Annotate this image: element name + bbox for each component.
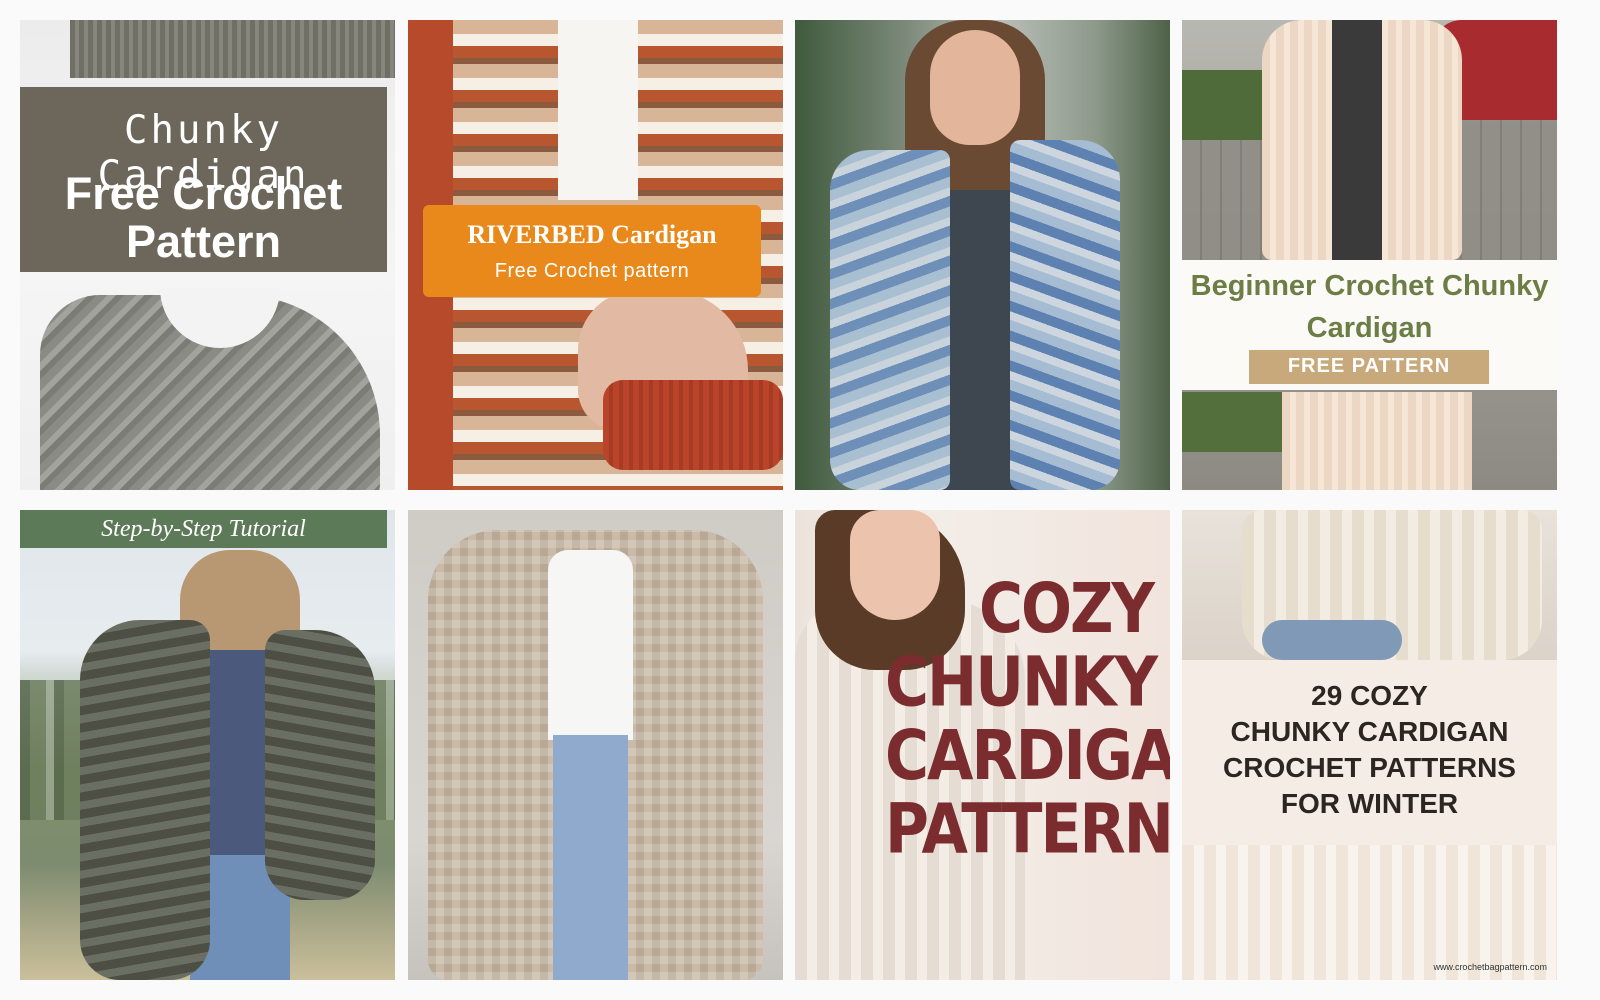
cuff-image [603, 380, 783, 470]
pin-chunky-cardigan[interactable]: Chunky Cardigan Free Crochet Pattern [20, 20, 395, 490]
pin-beginner-chunky[interactable]: Beginner Crochet Chunky Cardigan FREE PA… [1182, 20, 1557, 490]
pin-title: Beginner Crochet Chunky Cardigan [1190, 270, 1549, 344]
model-face [930, 30, 1020, 145]
pin-29-cozy[interactable]: 29 COZY CHUNKY CARDIGAN CROCHET PATTERNS… [1182, 510, 1557, 980]
pin-riverbed-cardigan[interactable]: RIVERBED Cardigan Free Crochet pattern [408, 20, 783, 490]
cardigan-right-image [265, 630, 375, 900]
pin-beige-cardigan[interactable] [408, 510, 783, 980]
cardigan-right-image [1010, 140, 1120, 490]
pin-step-by-step[interactable]: Step-by-Step Tutorial [20, 510, 395, 980]
pin-subtitle: Free Crochet pattern [494, 260, 690, 282]
title-banner [423, 205, 761, 297]
knit-swatch-image [70, 20, 395, 78]
pin-title: 29 COZY CHUNKY CARDIGAN CROCHET PATTERNS… [1223, 680, 1516, 819]
pin-title: Step-by-Step Tutorial [101, 516, 306, 542]
cardigan-left-image [830, 150, 950, 490]
cardigan-left-image [80, 620, 210, 980]
pin-title: COZY CHUNKY CARDIGAN PATTERNS [885, 568, 1170, 870]
watermark: www.crochetbagpattern.com [1433, 962, 1547, 972]
pin-blue-cardigan[interactable] [795, 20, 1170, 490]
pin-cozy-chunky[interactable]: COZY CHUNKY CARDIGAN PATTERNS [795, 510, 1170, 980]
badge-label: FREE PATTERN [1287, 355, 1451, 377]
pin-subtitle: Free Crochet Pattern [64, 168, 343, 267]
pin-title: RIVERBED Cardigan [467, 220, 717, 249]
